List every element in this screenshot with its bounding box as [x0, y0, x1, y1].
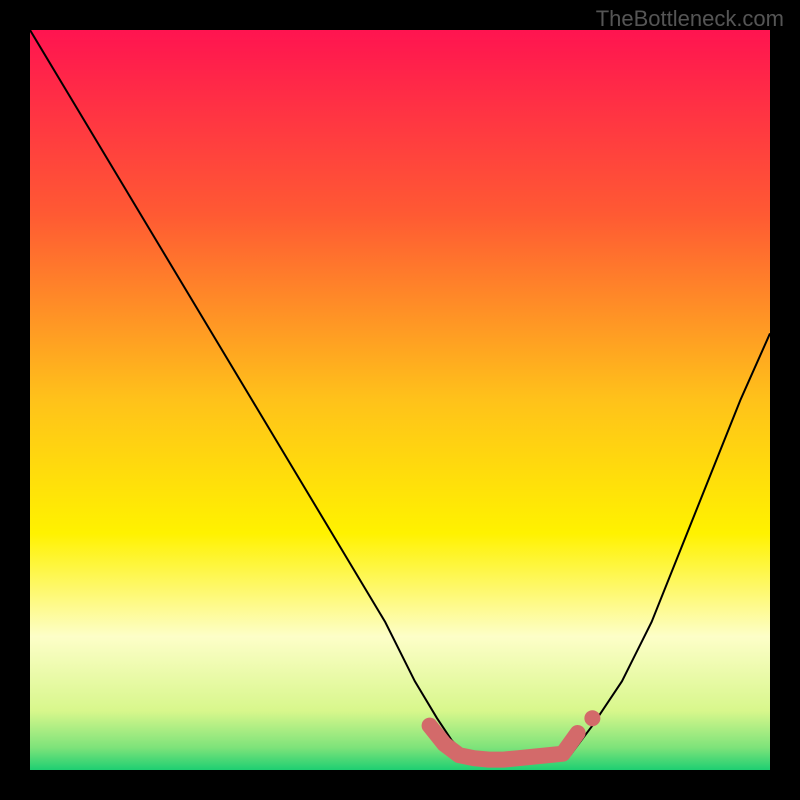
right-curve: [570, 333, 770, 755]
plot-area: [30, 30, 770, 770]
flat-bottom-marker: [430, 726, 578, 760]
left-curve: [30, 30, 467, 755]
highlight-end-dot: [584, 710, 600, 726]
data-lines: [30, 30, 770, 770]
chart-container: TheBottleneck.com: [0, 0, 800, 800]
watermark-text: TheBottleneck.com: [596, 6, 784, 32]
